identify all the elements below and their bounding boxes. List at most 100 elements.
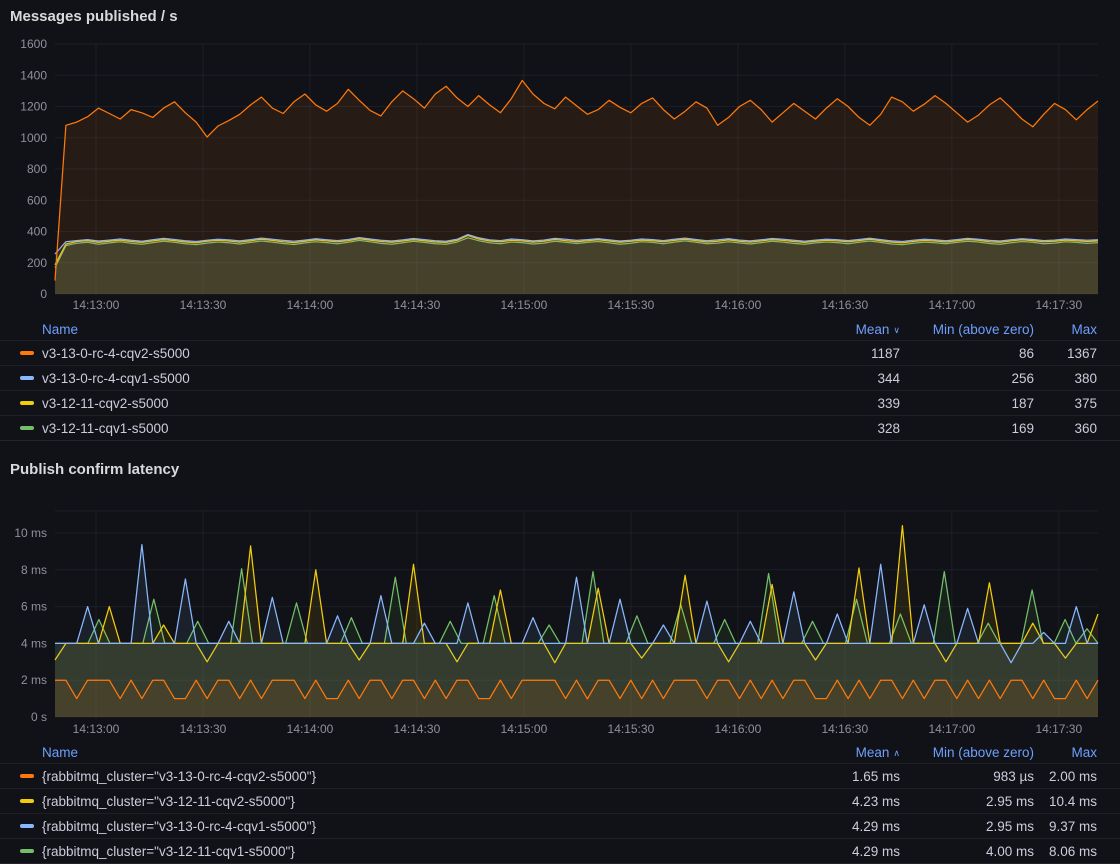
svg-text:800: 800 bbox=[27, 162, 47, 176]
svg-text:14:13:00: 14:13:00 bbox=[73, 298, 120, 312]
publish-confirm-latency-chart[interactable]: 0 s 2 ms 4 ms 6 ms 8 ms 10 ms 14:13:00 14:13:30… bbox=[0, 481, 1120, 739]
legend-col-name[interactable]: Name bbox=[20, 322, 790, 337]
mean-value: 328 bbox=[790, 421, 900, 436]
legend-col-min[interactable]: Min (above zero) bbox=[900, 745, 1034, 760]
legend-row: {rabbitmq_cluster="v3-13-0-rc-4-cqv1-s50… bbox=[0, 813, 1120, 838]
legend-col-name[interactable]: Name bbox=[20, 745, 790, 760]
svg-text:14:17:00: 14:17:00 bbox=[928, 722, 975, 736]
svg-text:8 ms: 8 ms bbox=[21, 563, 47, 577]
max-value: 8.06 ms bbox=[1034, 844, 1097, 859]
svg-text:400: 400 bbox=[27, 225, 47, 239]
svg-text:1400: 1400 bbox=[20, 68, 47, 82]
min-value: 983 µs bbox=[900, 769, 1034, 784]
svg-text:6 ms: 6 ms bbox=[21, 600, 47, 614]
max-value: 10.4 ms bbox=[1034, 794, 1097, 809]
legend-col-max[interactable]: Max bbox=[1034, 322, 1097, 337]
mean-value: 344 bbox=[790, 371, 900, 386]
max-value: 375 bbox=[1034, 396, 1097, 411]
sort-desc-icon: ∨ bbox=[893, 325, 900, 335]
svg-text:14:17:30: 14:17:30 bbox=[1035, 722, 1082, 736]
series-color-swatch bbox=[20, 774, 34, 778]
svg-text:0 s: 0 s bbox=[31, 710, 47, 724]
svg-text:14:14:30: 14:14:30 bbox=[394, 722, 441, 736]
legend-col-mean[interactable]: Mean∨ bbox=[790, 322, 900, 337]
svg-text:14:15:00: 14:15:00 bbox=[501, 722, 548, 736]
min-value: 86 bbox=[900, 346, 1034, 361]
series-name: {rabbitmq_cluster="v3-13-0-rc-4-cqv2-s50… bbox=[42, 769, 316, 784]
svg-text:2 ms: 2 ms bbox=[21, 673, 47, 687]
dashboard: Messages published / s 0 200 400 600 800 1000… bbox=[0, 0, 1120, 864]
series-color-swatch bbox=[20, 799, 34, 803]
svg-text:14:14:00: 14:14:00 bbox=[287, 722, 334, 736]
legend-row: {rabbitmq_cluster="v3-12-11-cqv1-s5000"}… bbox=[0, 838, 1120, 864]
svg-text:14:13:30: 14:13:30 bbox=[180, 722, 227, 736]
svg-text:14:16:30: 14:16:30 bbox=[821, 298, 868, 312]
series-name: v3-12-11-cqv2-s5000 bbox=[42, 396, 169, 411]
series-color-swatch bbox=[20, 426, 34, 430]
panel-messages-published: Messages published / s 0 200 400 600 800 1000… bbox=[0, 6, 1120, 441]
series-color-swatch bbox=[20, 351, 34, 355]
max-value: 360 bbox=[1034, 421, 1097, 436]
legend-row: v3-13-0-rc-4-cqv2-s5000 1187 86 1367 bbox=[0, 340, 1120, 365]
legend-col-mean[interactable]: Mean∧ bbox=[790, 745, 900, 760]
max-value: 9.37 ms bbox=[1034, 819, 1097, 834]
svg-text:14:13:00: 14:13:00 bbox=[73, 722, 120, 736]
max-value: 1367 bbox=[1034, 346, 1097, 361]
legend-row: v3-12-11-cqv2-s5000 339 187 375 bbox=[0, 390, 1120, 415]
series-name: {rabbitmq_cluster="v3-12-11-cqv2-s5000"} bbox=[42, 794, 295, 809]
svg-text:14:16:00: 14:16:00 bbox=[715, 298, 762, 312]
legend-col-min[interactable]: Min (above zero) bbox=[900, 322, 1034, 337]
svg-text:14:14:00: 14:14:00 bbox=[287, 298, 334, 312]
svg-text:14:17:30: 14:17:30 bbox=[1035, 298, 1082, 312]
svg-text:4 ms: 4 ms bbox=[21, 636, 47, 650]
mean-value: 1187 bbox=[790, 346, 900, 361]
series-color-swatch bbox=[20, 376, 34, 380]
legend-header-row: Name Mean∧ Min (above zero) Max bbox=[0, 741, 1120, 763]
min-value: 256 bbox=[900, 371, 1034, 386]
svg-text:600: 600 bbox=[27, 193, 47, 207]
svg-text:10 ms: 10 ms bbox=[14, 526, 47, 540]
legend-table: Name Mean∧ Min (above zero) Max {rabbitm… bbox=[0, 741, 1120, 864]
mean-value: 339 bbox=[790, 396, 900, 411]
mean-value: 4.29 ms bbox=[790, 844, 900, 859]
min-value: 2.95 ms bbox=[900, 794, 1034, 809]
svg-text:14:15:30: 14:15:30 bbox=[608, 298, 655, 312]
svg-text:14:13:30: 14:13:30 bbox=[180, 298, 227, 312]
messages-published-chart[interactable]: 0 200 400 600 800 1000 1200 1400 1600 14:13:00 14:… bbox=[0, 28, 1120, 316]
svg-text:1200: 1200 bbox=[20, 100, 47, 114]
svg-text:14:16:00: 14:16:00 bbox=[715, 722, 762, 736]
legend-row: v3-12-11-cqv1-s5000 328 169 360 bbox=[0, 415, 1120, 441]
legend-row: {rabbitmq_cluster="v3-13-0-rc-4-cqv2-s50… bbox=[0, 763, 1120, 788]
series-color-swatch bbox=[20, 824, 34, 828]
mean-value: 4.23 ms bbox=[790, 794, 900, 809]
svg-text:1000: 1000 bbox=[20, 131, 47, 145]
sort-asc-icon: ∧ bbox=[893, 748, 900, 758]
legend-table: Name Mean∨ Min (above zero) Max v3-13-0-… bbox=[0, 318, 1120, 441]
panel-title[interactable]: Messages published / s bbox=[0, 6, 1120, 28]
mean-value: 4.29 ms bbox=[790, 819, 900, 834]
min-value: 169 bbox=[900, 421, 1034, 436]
svg-text:14:15:00: 14:15:00 bbox=[501, 298, 548, 312]
min-value: 4.00 ms bbox=[900, 844, 1034, 859]
legend-col-max[interactable]: Max bbox=[1034, 745, 1097, 760]
series-color-swatch bbox=[20, 849, 34, 853]
max-value: 380 bbox=[1034, 371, 1097, 386]
svg-text:14:15:30: 14:15:30 bbox=[608, 722, 655, 736]
legend-row: v3-13-0-rc-4-cqv1-s5000 344 256 380 bbox=[0, 365, 1120, 390]
series-name: v3-12-11-cqv1-s5000 bbox=[42, 421, 169, 436]
series-name: v3-13-0-rc-4-cqv2-s5000 bbox=[42, 346, 190, 361]
svg-text:200: 200 bbox=[27, 256, 47, 270]
legend-row: {rabbitmq_cluster="v3-12-11-cqv2-s5000"}… bbox=[0, 788, 1120, 813]
svg-text:14:17:00: 14:17:00 bbox=[928, 298, 975, 312]
panel-title[interactable]: Publish confirm latency bbox=[0, 459, 1120, 481]
min-value: 2.95 ms bbox=[900, 819, 1034, 834]
mean-value: 1.65 ms bbox=[790, 769, 900, 784]
panel-publish-confirm-latency: Publish confirm latency 0 s 2 ms 4 ms 6 ms 8… bbox=[0, 459, 1120, 864]
svg-text:1600: 1600 bbox=[20, 37, 47, 51]
legend-header-row: Name Mean∨ Min (above zero) Max bbox=[0, 318, 1120, 340]
min-value: 187 bbox=[900, 396, 1034, 411]
svg-text:14:16:30: 14:16:30 bbox=[821, 722, 868, 736]
svg-text:0: 0 bbox=[40, 287, 47, 301]
series-name: {rabbitmq_cluster="v3-13-0-rc-4-cqv1-s50… bbox=[42, 819, 316, 834]
series-name: {rabbitmq_cluster="v3-12-11-cqv1-s5000"} bbox=[42, 844, 295, 859]
